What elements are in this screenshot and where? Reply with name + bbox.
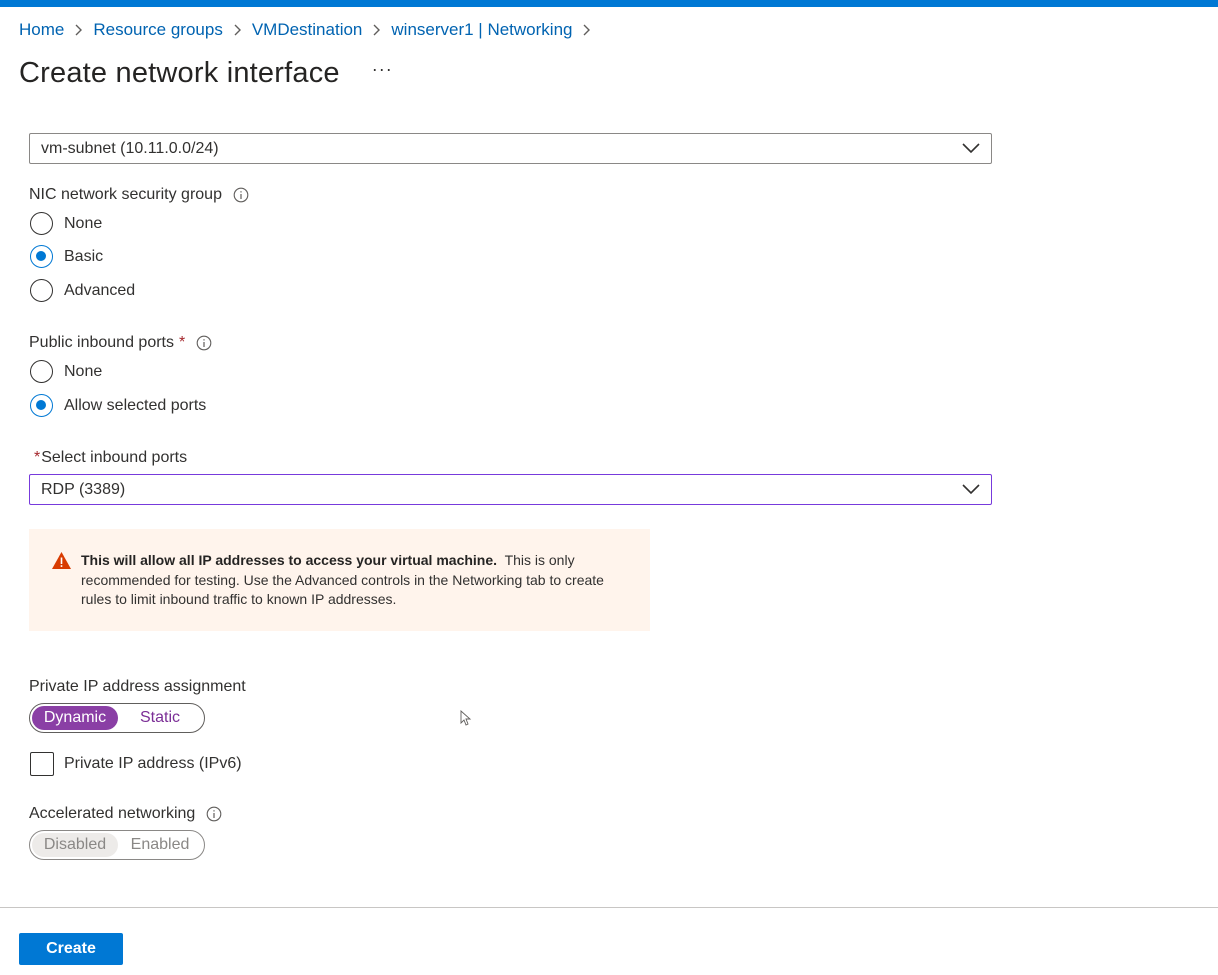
info-icon[interactable] [196,335,212,351]
inbound-ports-label: Select inbound ports [41,449,188,466]
accel-option-disabled: Disabled [32,833,118,857]
inbound-ports-dropdown[interactable]: RDP (3389) [29,474,992,505]
ipv6-checkbox-label: Private IP address (IPv6) [64,755,242,772]
breadcrumb: Home Resource groups VMDestination winse… [19,20,601,40]
radio-button[interactable] [30,212,53,235]
subnet-dropdown[interactable]: vm-subnet (10.11.0.0/24) [29,133,992,164]
breadcrumb-home[interactable]: Home [19,20,64,40]
accel-label-row: Accelerated networking [29,805,222,823]
required-asterisk: * [178,334,186,351]
public-ports-option-allow[interactable]: Allow selected ports [30,394,206,417]
chevron-right-icon [582,23,591,37]
ipv6-checkbox[interactable] [30,752,54,776]
accel-label: Accelerated networking [29,805,196,822]
private-ip-option-dynamic[interactable]: Dynamic [32,706,118,730]
chevron-down-icon [962,143,980,154]
chevron-right-icon [233,23,242,37]
inbound-ports-dropdown-value: RDP (3389) [41,480,126,498]
breadcrumb-resource-groups[interactable]: Resource groups [93,20,222,40]
radio-button[interactable] [30,279,53,302]
breadcrumb-winserver1-networking[interactable]: winserver1 | Networking [391,20,572,40]
private-ip-label: Private IP address assignment [29,678,246,695]
create-button[interactable]: Create [19,933,123,965]
radio-button-checked[interactable] [30,245,53,268]
warning-message: This will allow all IP addresses to acce… [29,529,650,631]
title-row: Create network interface ··· [19,57,393,90]
footer-divider [0,907,1218,908]
public-ports-label-row: Public inbound ports * [29,334,212,352]
public-ports-option-allow-label: Allow selected ports [64,396,207,414]
radio-button-checked[interactable] [30,394,53,417]
subnet-dropdown-value: vm-subnet (10.11.0.0/24) [41,139,219,157]
public-ports-option-none-label: None [64,362,103,380]
nsg-option-basic-label: Basic [64,247,104,265]
public-ports-option-none[interactable]: None [30,360,102,383]
more-options-button[interactable]: ··· [372,59,393,80]
warning-bold-text: This will allow all IP addresses to acce… [81,552,498,568]
chevron-down-icon [962,484,980,495]
nsg-option-advanced[interactable]: Advanced [30,279,135,302]
nsg-label: NIC network security group [29,186,222,203]
breadcrumb-vmdestination[interactable]: VMDestination [252,20,363,40]
required-asterisk: * [34,449,41,466]
private-ip-assignment-toggle[interactable]: Dynamic Static [29,703,205,733]
private-ip-label-row: Private IP address assignment [29,678,246,696]
page-title: Create network interface [19,57,340,89]
info-icon[interactable] [233,187,249,203]
accel-option-enabled: Enabled [130,836,190,853]
nsg-option-none-label: None [64,214,103,232]
nsg-label-row: NIC network security group [29,186,249,204]
nsg-option-advanced-label: Advanced [64,281,136,299]
public-ports-label: Public inbound ports [29,334,174,351]
inbound-ports-label-row: * Select inbound ports [34,449,187,467]
nsg-option-basic[interactable]: Basic [30,245,103,268]
ipv6-checkbox-row[interactable]: Private IP address (IPv6) [30,752,242,776]
private-ip-option-static[interactable]: Static [118,706,202,730]
radio-button[interactable] [30,360,53,383]
accel-networking-toggle: Disabled Enabled [29,830,205,860]
top-accent-bar [0,0,1218,7]
nsg-option-none[interactable]: None [30,212,102,235]
warning-icon [52,552,71,569]
chevron-right-icon [74,23,83,37]
chevron-right-icon [372,23,381,37]
mouse-cursor-icon [460,710,472,726]
info-icon[interactable] [206,806,222,822]
